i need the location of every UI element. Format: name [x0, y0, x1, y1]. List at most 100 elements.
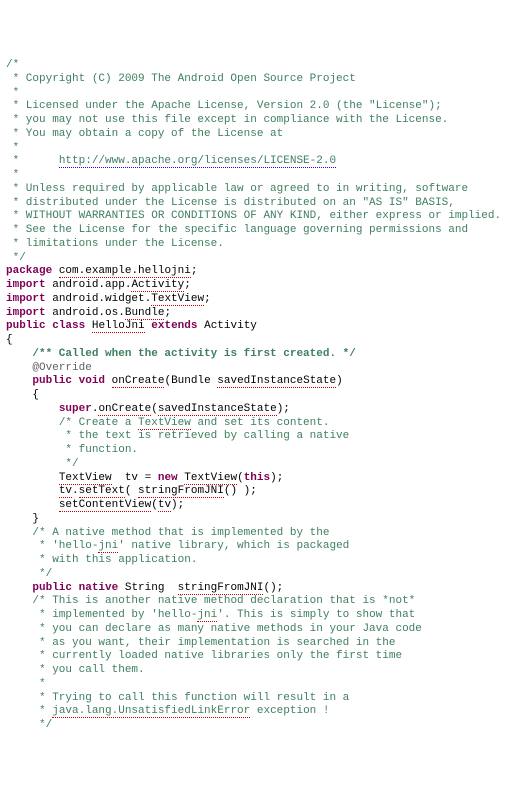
indent — [6, 527, 32, 539]
indent — [6, 472, 59, 484]
license-url: http://www.apache.org/licenses/LICENSE-2… — [59, 155, 336, 168]
semicolon: ; — [204, 293, 211, 305]
paren-semi: (); — [263, 582, 283, 594]
indent — [6, 678, 32, 690]
indent — [6, 650, 32, 662]
javadoc-comment: /** Called when the activity is first cr… — [32, 348, 355, 360]
paren-semi: ); — [277, 403, 290, 415]
comment-line: * Trying to call this function will resu… — [32, 692, 349, 704]
keyword-class: class — [52, 320, 85, 332]
indent — [6, 485, 59, 497]
dot: . — [72, 485, 79, 497]
license-line: * See the License for the specific langu… — [6, 224, 468, 236]
indent — [6, 568, 32, 580]
license-line: */ — [6, 252, 26, 264]
license-line: * limitations under the License. — [6, 238, 224, 250]
indent — [6, 348, 32, 360]
semicolon: ; — [164, 307, 171, 319]
license-line: * Licensed under the Apache License, Ver… — [6, 100, 442, 112]
brace-open: { — [6, 334, 13, 346]
license-line: * WITHOUT WARRANTIES OR CONDITIONS OF AN… — [6, 210, 501, 222]
space — [52, 265, 59, 277]
semicolon: ; — [184, 279, 191, 291]
keyword-this: this — [244, 472, 270, 484]
keyword-void: void — [79, 375, 105, 387]
paren: ( — [151, 499, 158, 511]
param-type: Bundle — [171, 375, 211, 387]
license-line: * Unless required by applicable law or a… — [6, 183, 468, 195]
import-prefix: android.os. — [52, 307, 125, 319]
var: tv — [59, 485, 72, 498]
indent — [6, 705, 32, 717]
var-decl: tv = — [112, 472, 158, 484]
semicolon: ; — [191, 265, 198, 277]
keyword-import: import — [6, 307, 46, 319]
keyword-import: import — [6, 293, 46, 305]
license-line: * — [6, 169, 19, 181]
license-line: * — [6, 87, 19, 99]
comment-line: */ — [32, 568, 52, 580]
arg: savedInstanceState — [158, 403, 277, 416]
import-class: Bundle — [125, 307, 165, 320]
space — [118, 582, 125, 594]
license-line: * — [6, 155, 59, 167]
paren-semi: ); — [270, 472, 283, 484]
space — [85, 320, 92, 332]
brace-close: } — [32, 513, 39, 525]
space — [72, 582, 79, 594]
comment-line: * you can declare as many native methods… — [32, 623, 421, 635]
indent — [6, 595, 32, 607]
license-line: * distributed under the License is distr… — [6, 197, 455, 209]
indent — [6, 444, 59, 456]
keyword-super: super — [59, 403, 92, 415]
comment-line: and set its content. — [191, 417, 330, 429]
comment-line: '. This is simply to show that — [217, 609, 415, 621]
paren: ) — [336, 375, 343, 387]
import-prefix: android.widget. — [52, 293, 151, 305]
indent — [6, 664, 32, 676]
indent — [6, 362, 32, 374]
import-prefix: android.app. — [52, 279, 131, 291]
license-line: * you may not use this file except in co… — [6, 114, 448, 126]
indent — [6, 540, 32, 552]
annotation-override: @Override — [32, 362, 91, 374]
comment-line: * — [32, 705, 52, 717]
space — [164, 582, 177, 594]
arg: tv — [158, 499, 171, 512]
comment-line: ' native library, which is packaged — [118, 540, 349, 552]
license-line: * You may obtain a copy of the License a… — [6, 128, 283, 140]
indent — [6, 375, 32, 387]
indent — [6, 513, 32, 525]
license-line: * — [6, 142, 19, 154]
license-line: * Copyright (C) 2009 The Android Open So… — [6, 73, 356, 85]
type: TextView — [59, 472, 112, 485]
comment-line: * the text is retrieved by calling a nat… — [59, 430, 349, 442]
keyword-new: new — [158, 472, 178, 484]
paren: ( — [125, 485, 138, 497]
comment-exception: java.lang.UnsatisfiedLinkError — [52, 705, 250, 718]
keyword-extends: extends — [151, 320, 197, 332]
comment-line: * currently loaded native libraries only… — [32, 650, 402, 662]
comment-line: exception ! — [250, 705, 329, 717]
comment-line: * function. — [59, 444, 138, 456]
keyword-public: public — [32, 375, 72, 387]
param-name: savedInstanceState — [217, 375, 336, 388]
indent — [6, 417, 59, 429]
comment-line: /* This is another native method declara… — [32, 595, 415, 607]
comment-line: /* A native method that is implemented b… — [32, 527, 329, 539]
keyword-public: public — [32, 582, 72, 594]
return-type: String — [125, 582, 165, 594]
indent — [6, 623, 32, 635]
keyword-native: native — [79, 582, 119, 594]
indent — [6, 582, 32, 594]
indent — [6, 554, 32, 566]
comment-line: */ — [32, 719, 52, 731]
comment-line: * as you want, their implementation is s… — [32, 637, 395, 649]
comment-word: TextView — [138, 417, 191, 430]
superclass: Activity — [204, 320, 257, 332]
keyword-public: public — [6, 320, 46, 332]
comment-line: * 'hello- — [32, 540, 98, 552]
method-name: onCreate — [112, 375, 165, 388]
paren-semi: () ); — [224, 485, 257, 497]
comment-line: * with this application. — [32, 554, 197, 566]
